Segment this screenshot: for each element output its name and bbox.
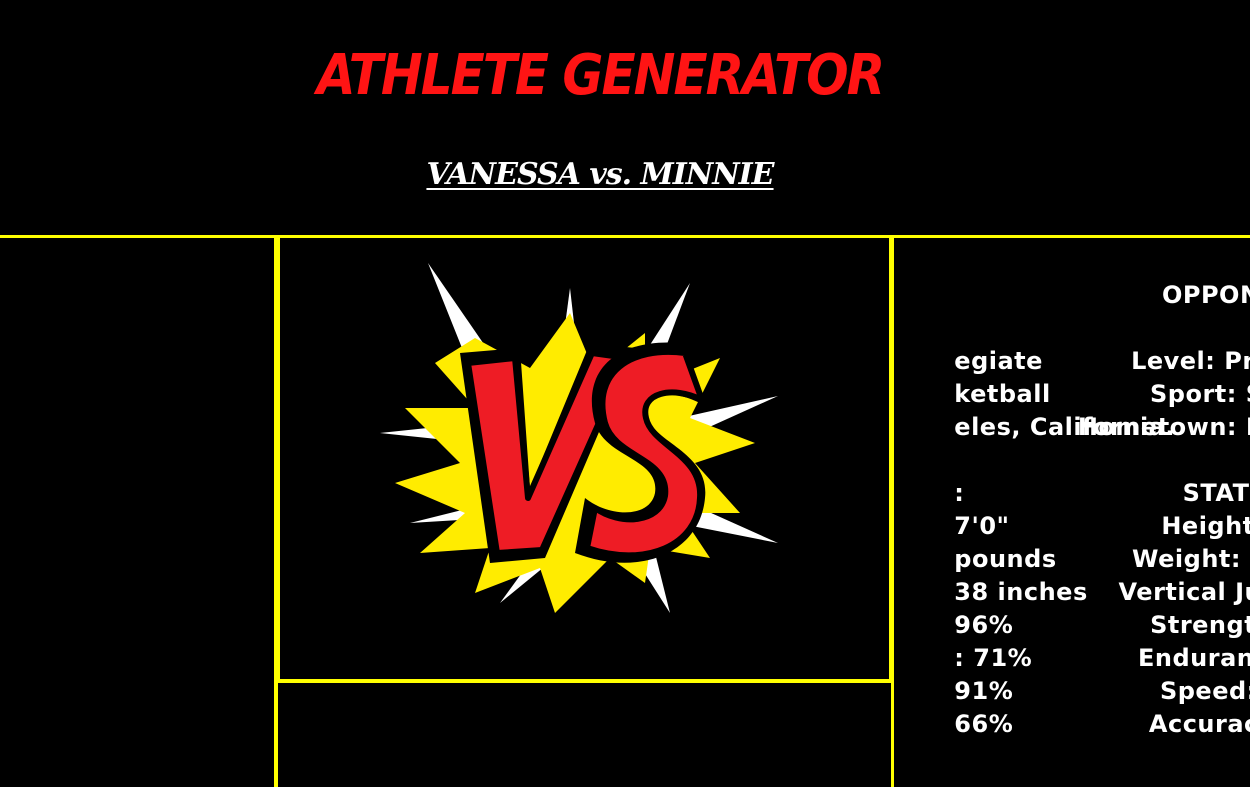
opponent-strength: Strength: 8	[1150, 611, 1250, 639]
opponent-weight: Weight: 284 p	[1132, 545, 1250, 573]
opponent-level: Level: Profess	[1131, 347, 1250, 375]
vs-letters	[460, 342, 706, 563]
opponent-heading: OPPONEN	[1161, 281, 1250, 309]
opponent-stats-label: STATS:	[1182, 479, 1250, 507]
opponent-stats: OPPONEN Level: Profess Sport: Socc Homet…	[970, 279, 1250, 741]
result-panel	[275, 680, 894, 787]
opponent-hometown: Hometown: Los Angel	[1077, 413, 1250, 441]
opponent-height: Height: 5'	[1161, 512, 1250, 540]
opponent-sport: Sport: Socc	[1150, 380, 1250, 408]
opponent-vertical-jump: Vertical Jump: 3	[1118, 578, 1250, 606]
opponent-speed: Speed: 72	[1159, 677, 1250, 705]
matchup-heading: VANESSA vs. MINNIE	[426, 157, 774, 192]
page-title: ATHLETE GENERATOR	[316, 42, 885, 108]
athlete-generator-page: ATHLETE GENERATOR VANESSA vs. MINNIE egi…	[0, 0, 1250, 787]
player-panel	[0, 235, 277, 787]
opponent-endurance: Endurance: 7	[1137, 644, 1250, 672]
vs-burst-icon	[380, 263, 778, 613]
opponent-accuracy: Accuracy: 7	[1148, 710, 1250, 738]
